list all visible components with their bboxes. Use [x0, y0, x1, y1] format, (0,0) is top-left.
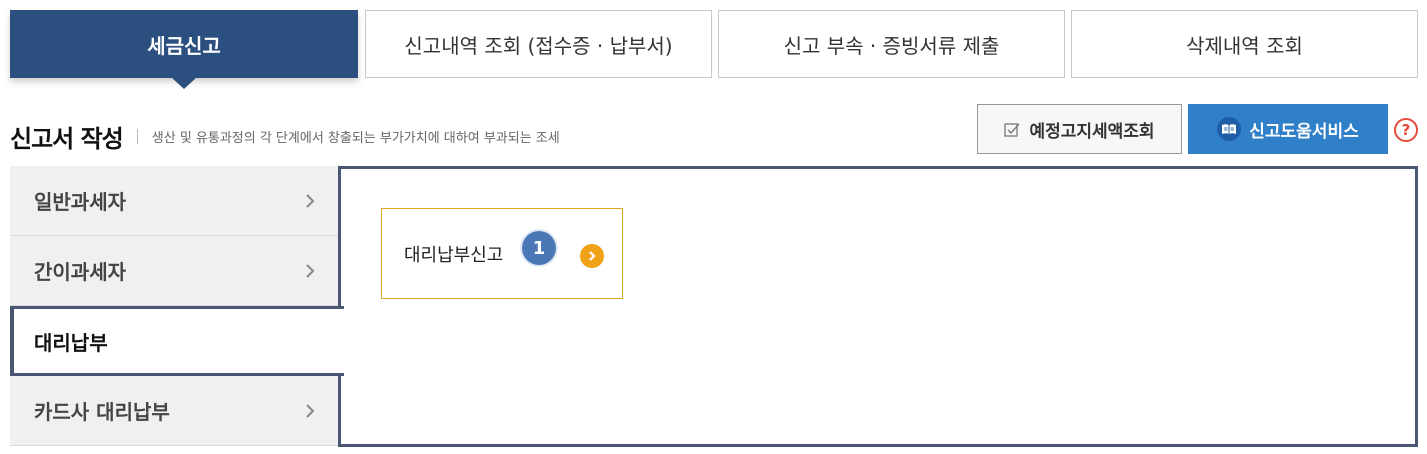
sidebar-item-proxy-payment[interactable]: 대리납부 [10, 306, 344, 376]
proxy-payment-filing-label: 대리납부신고 [404, 245, 504, 266]
title-row: 신고서 작성 생산 및 유통과정의 각 단계에서 창출되는 부가가치에 대하여 … [10, 116, 560, 156]
chevron-right-icon [305, 190, 315, 214]
sidebar-item-label: 간이과세자 [34, 260, 126, 284]
sidebar-item-simplified-taxpayer[interactable]: 간이과세자 [10, 236, 341, 306]
content-panel: 대리납부신고 1 [338, 166, 1418, 447]
page-title: 신고서 작성 [10, 124, 124, 153]
book-icon [1217, 117, 1242, 141]
chevron-right-icon [305, 260, 315, 284]
arrow-right-circle-icon[interactable] [580, 244, 604, 268]
sidebar-item-general-taxpayer[interactable]: 일반과세자 [10, 166, 341, 236]
tab-deleted-history[interactable]: 삭제내역 조회 [1071, 10, 1418, 78]
tab-submit-documents[interactable]: 신고 부속 · 증빙서류 제출 [718, 10, 1065, 78]
sidebar-item-card-proxy-payment[interactable]: 카드사 대리납부 [10, 376, 341, 446]
sidebar-item-label: 대리납부 [34, 330, 108, 355]
top-tabs: 세금신고 신고내역 조회 (접수증 · 납부서) 신고 부속 · 증빙서류 제출… [10, 10, 1418, 89]
help-icon[interactable]: ? [1394, 118, 1418, 142]
chevron-right-icon [305, 400, 315, 424]
tab-tax-filing[interactable]: 세금신고 [10, 10, 358, 89]
sidebar-item-label: 카드사 대리납부 [34, 400, 170, 424]
step-badge: 1 [522, 231, 556, 265]
proxy-payment-filing-card[interactable]: 대리납부신고 1 [381, 208, 623, 299]
filing-help-service-label: 신고도움서비스 [1249, 121, 1359, 142]
page-description: 생산 및 유통과정의 각 단계에서 창출되는 부가가치에 대하여 부과되는 조세 [151, 130, 560, 146]
checkbox-icon [1004, 122, 1021, 137]
scheduled-tax-inquiry-button[interactable]: 예정고지세액조회 [977, 104, 1182, 154]
filing-help-service-button[interactable]: 신고도움서비스 [1188, 104, 1388, 154]
title-divider [136, 128, 138, 144]
sidebar-menu: 일반과세자 간이과세자 대리납부 카드사 대리납부 [10, 166, 344, 454]
sidebar-item-label: 일반과세자 [34, 190, 126, 214]
scheduled-tax-inquiry-label: 예정고지세액조회 [1029, 121, 1155, 142]
tab-filing-history[interactable]: 신고내역 조회 (접수증 · 납부서) [365, 10, 712, 78]
